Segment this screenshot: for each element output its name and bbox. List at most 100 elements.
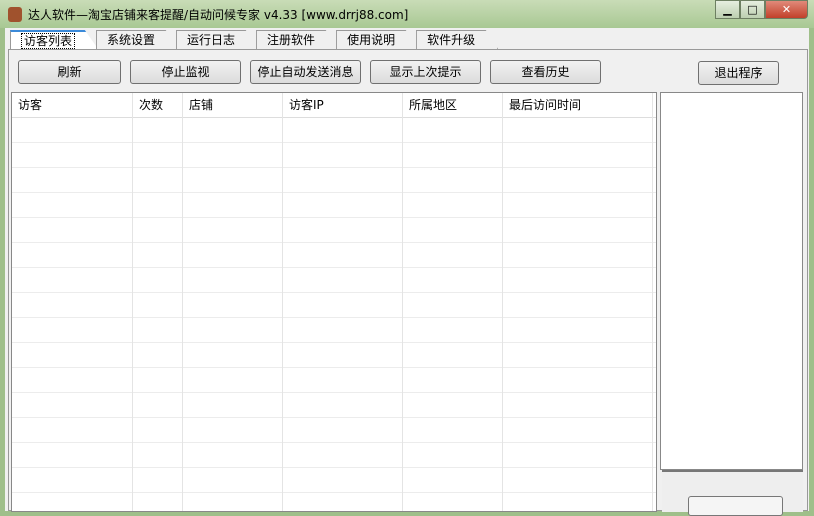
col-region[interactable]: 所属地区 [403, 93, 503, 118]
close-button[interactable]: ✕ [765, 0, 808, 19]
table-cell [133, 218, 183, 243]
visitor-table[interactable]: 访客 次数 店铺 访客IP 所属地区 最后访问时间 [11, 92, 657, 512]
table-cell [503, 268, 653, 293]
table-cell [183, 143, 283, 168]
table-cell [12, 318, 133, 343]
table-cell [183, 393, 283, 418]
table-cell [403, 143, 503, 168]
table-cell [283, 318, 403, 343]
view-history-button[interactable]: 查看历史 [490, 60, 601, 84]
refresh-button[interactable]: 刷新 [18, 60, 121, 84]
exit-button[interactable]: 退出程序 [698, 61, 779, 85]
table-cell [133, 468, 183, 493]
tab-label: 访客列表 [21, 33, 76, 49]
table-row [12, 268, 656, 293]
table-cell [183, 293, 283, 318]
table-cell [283, 443, 403, 468]
stop-monitor-button[interactable]: 停止监视 [130, 60, 241, 84]
table-row [12, 443, 656, 468]
table-cell [283, 118, 403, 143]
table-cell [503, 118, 653, 143]
table-cell [12, 243, 133, 268]
table-cell [403, 118, 503, 143]
table-cell [183, 443, 283, 468]
table-row [12, 218, 656, 243]
table-cell [503, 243, 653, 268]
table-cell [283, 268, 403, 293]
table-cell [12, 393, 133, 418]
table-cell [12, 193, 133, 218]
tab-log[interactable]: 运行日志 [176, 30, 259, 49]
table-cell [283, 418, 403, 443]
table-cell [403, 443, 503, 468]
table-cell [503, 393, 653, 418]
table-cell [283, 393, 403, 418]
table-cell [12, 418, 133, 443]
table-row [12, 168, 656, 193]
table-row [12, 468, 656, 493]
table-cell [133, 293, 183, 318]
table-cell [503, 293, 653, 318]
table-cell [403, 243, 503, 268]
minimize-button[interactable]: ▁ [715, 0, 740, 19]
table-cell [183, 318, 283, 343]
table-cell [183, 268, 283, 293]
stop-auto-send-button[interactable]: 停止自动发送消息 [250, 60, 361, 84]
table-cell [183, 368, 283, 393]
table-cell [283, 193, 403, 218]
table-cell [133, 493, 183, 511]
app-icon [8, 7, 22, 22]
table-cell [503, 218, 653, 243]
table-header: 访客 次数 店铺 访客IP 所属地区 最后访问时间 [12, 93, 656, 118]
table-row [12, 118, 656, 143]
table-cell [503, 143, 653, 168]
table-cell [12, 143, 133, 168]
table-cell [503, 318, 653, 343]
table-cell [503, 368, 653, 393]
table-cell [133, 393, 183, 418]
col-last-visit[interactable]: 最后访问时间 [503, 93, 653, 118]
table-cell [12, 368, 133, 393]
tab-settings[interactable]: 系统设置 [96, 30, 179, 49]
tab-upgrade[interactable]: 软件升级 [416, 30, 499, 49]
table-cell [183, 193, 283, 218]
maximize-button[interactable]: □ [740, 0, 765, 19]
client-area: 访客列表 系统设置 运行日志 注册软件 使用说明 软件升级 刷新 停止监视 停止… [5, 28, 809, 516]
table-cell [133, 243, 183, 268]
table-row [12, 393, 656, 418]
tab-register[interactable]: 注册软件 [256, 30, 339, 49]
table-cell [183, 343, 283, 368]
table-cell [503, 468, 653, 493]
table-cell [283, 168, 403, 193]
table-cell [283, 468, 403, 493]
table-cell [283, 343, 403, 368]
table-cell [403, 368, 503, 393]
table-cell [133, 418, 183, 443]
table-cell [403, 468, 503, 493]
table-cell [183, 218, 283, 243]
table-cell [283, 493, 403, 511]
side-button[interactable] [688, 496, 783, 516]
table-cell [183, 493, 283, 511]
col-shop[interactable]: 店铺 [183, 93, 283, 118]
table-cell [133, 168, 183, 193]
table-cell [12, 218, 133, 243]
tab-visitor-list[interactable]: 访客列表 [10, 30, 99, 49]
col-count[interactable]: 次数 [133, 93, 183, 118]
col-ip[interactable]: 访客IP [283, 93, 403, 118]
table-cell [403, 343, 503, 368]
table-cell [503, 193, 653, 218]
table-cell [133, 118, 183, 143]
table-cell [403, 193, 503, 218]
table-cell [12, 118, 133, 143]
table-row [12, 343, 656, 368]
title-bar: 达人软件—淘宝店铺来客提醒/自动问候专家 v4.33 [www.drrj88.c… [0, 0, 814, 28]
col-visitor[interactable]: 访客 [12, 93, 133, 118]
side-lower-panel [662, 470, 803, 516]
tab-panel: 刷新 停止监视 停止自动发送消息 显示上次提示 查看历史 退出程序 访客 次数 … [8, 49, 808, 516]
tab-bar: 访客列表 系统设置 运行日志 注册软件 使用说明 软件升级 [10, 30, 499, 50]
tab-help[interactable]: 使用说明 [336, 30, 419, 49]
table-cell [133, 143, 183, 168]
show-last-button[interactable]: 显示上次提示 [370, 60, 481, 84]
table-cell [12, 468, 133, 493]
